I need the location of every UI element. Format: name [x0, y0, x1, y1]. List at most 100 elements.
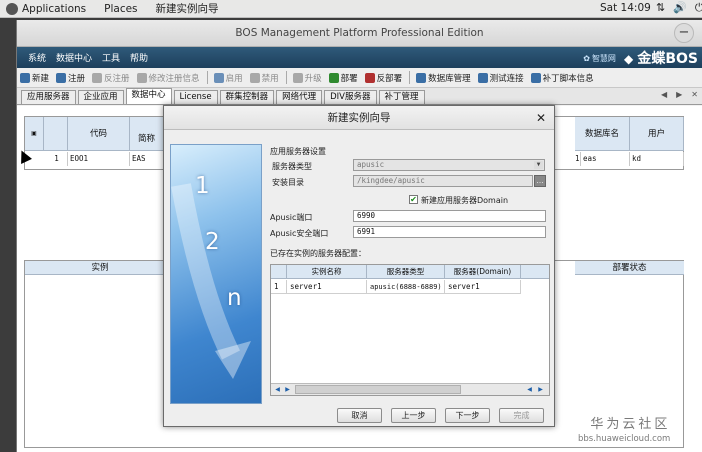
- port-field[interactable]: 6990: [353, 210, 546, 222]
- instance-name-cell[interactable]: server1: [287, 280, 367, 294]
- edit-registration-icon: [136, 72, 147, 83]
- patch-script-button[interactable]: 补丁脚本信息: [530, 72, 594, 84]
- window-title-bar[interactable]: BOS Management Platform Professional Edi…: [17, 20, 702, 47]
- toolbar: 新建 注册 反注册 修改注册信息 启用 禁用 升级 部署 反部署 数据库管理 测…: [17, 68, 702, 88]
- user-cell[interactable]: kd: [630, 152, 684, 166]
- secure-port-field[interactable]: 6991: [353, 226, 546, 238]
- deploy-icon: [328, 72, 339, 83]
- menu-bar: 系统 数据中心 工具 帮助 ✿ 智慧网 ◆ 金蝶BOS: [17, 47, 702, 68]
- db-name-cell[interactable]: eas: [581, 152, 630, 166]
- server-type-cell[interactable]: apusic(6888-6889): [367, 280, 445, 294]
- minimize-button[interactable]: −: [674, 23, 694, 43]
- applications-label: Applications: [22, 2, 87, 15]
- new-label: 新建: [32, 73, 50, 84]
- edit-registration-button[interactable]: 修改注册信息: [136, 72, 200, 84]
- instance-name-header[interactable]: 实例名称: [287, 265, 367, 279]
- database-manage-button[interactable]: 数据库管理: [416, 72, 471, 84]
- unregister-label: 反注册: [104, 73, 130, 84]
- tab-enterprise-app[interactable]: 企业应用: [77, 90, 124, 104]
- unregister-button[interactable]: 反注册: [92, 72, 130, 84]
- new-domain-checkbox[interactable]: ✔: [409, 195, 418, 204]
- wizard-form: 应用服务器设置 服务器类型 apusic ▼ 安装目录 /kingdee/apu…: [270, 144, 550, 404]
- upgrade-icon: [292, 72, 303, 83]
- tab-patch-manage[interactable]: 补丁管理: [378, 90, 425, 104]
- clock[interactable]: Sat 14:09: [600, 2, 651, 14]
- menu-system[interactable]: 系统: [28, 51, 46, 64]
- patch-script-icon: [530, 72, 541, 83]
- next-button[interactable]: 下一步: [445, 408, 490, 423]
- code-cell[interactable]: EOO1: [68, 152, 130, 166]
- tab-strip: 应用服务器 企业应用 数据中心 License 群集控制器 网络代理 DIV服务…: [17, 88, 702, 105]
- step-two-label: 2: [205, 229, 220, 255]
- menu-tools[interactable]: 工具: [102, 51, 120, 64]
- db-name-header[interactable]: 数据库名: [575, 117, 630, 151]
- watermark: 华为云社区 bbs.huaweicloud.com: [578, 413, 670, 444]
- server-type-value: apusic: [357, 160, 385, 169]
- active-window-menu[interactable]: 新建实例向导: [156, 1, 219, 16]
- new-icon: [20, 72, 30, 83]
- tab-cluster-controller[interactable]: 群集控制器: [219, 90, 275, 104]
- tab-close-icon[interactable]: ✕: [691, 90, 698, 99]
- cancel-button[interactable]: 取消: [337, 408, 382, 423]
- deploy-label: 部署: [340, 73, 358, 84]
- dialog-title-bar[interactable]: 新建实例向导 ✕: [164, 106, 554, 130]
- deploy-button[interactable]: 部署: [328, 72, 358, 84]
- previous-button[interactable]: 上一步: [391, 408, 436, 423]
- section-title: 应用服务器设置: [270, 147, 326, 156]
- scroll-right-icon[interactable]: ◀: [525, 385, 534, 394]
- domain-header[interactable]: 服务器(Domain): [445, 265, 521, 279]
- deploy-status-header[interactable]: 部署状态: [575, 261, 684, 275]
- toolbar-separator: [285, 71, 287, 84]
- scroll-left-icon[interactable]: ▶: [283, 385, 292, 394]
- scroll-last-icon[interactable]: ▶: [536, 385, 545, 394]
- existing-instances-table[interactable]: 实例名称 服务器类型 服务器(Domain) 1 server1 apusic(…: [270, 264, 550, 396]
- tab-div-server[interactable]: DIV服务器: [324, 90, 377, 104]
- server-type-header[interactable]: 服务器类型: [367, 265, 445, 279]
- browse-folder-button[interactable]: …: [534, 175, 546, 187]
- server-type-label: 服务器类型: [272, 162, 312, 171]
- instance-header[interactable]: 实例: [25, 261, 175, 275]
- short-name-header[interactable]: 简称: [130, 117, 166, 151]
- upgrade-label: 升级: [304, 73, 322, 84]
- step-n-label: n: [227, 285, 242, 311]
- close-icon[interactable]: ✕: [536, 106, 546, 130]
- menu-data-center[interactable]: 数据中心: [56, 51, 92, 64]
- register-button[interactable]: 注册: [56, 72, 85, 84]
- horizontal-scrollbar[interactable]: ◀ ▶ ◀ ▶: [271, 383, 549, 395]
- register-label: 注册: [68, 73, 86, 84]
- tab-network-proxy[interactable]: 网络代理: [276, 90, 323, 104]
- test-connection-button[interactable]: 测试连接: [477, 72, 524, 84]
- new-button[interactable]: 新建: [20, 72, 49, 84]
- kingdee-mark-icon: ◆: [623, 52, 638, 66]
- enable-button[interactable]: 启用: [213, 72, 243, 84]
- tab-data-center[interactable]: 数据中心: [125, 88, 172, 104]
- menu-help[interactable]: 帮助: [130, 51, 148, 64]
- undeploy-button[interactable]: 反部署: [364, 72, 402, 84]
- network-icon[interactable]: ⇅: [656, 1, 665, 15]
- user-header[interactable]: 用户: [630, 117, 684, 151]
- watermark-title: 华为云社区: [590, 417, 671, 432]
- applications-menu[interactable]: Applications: [6, 2, 87, 15]
- tab-prev-icon[interactable]: ◀: [661, 90, 667, 99]
- power-icon[interactable]: ⏻: [695, 1, 702, 15]
- system-top-bar: Applications Places 新建实例向导 Sat 14:09 ⇅ 🔊…: [0, 0, 702, 18]
- select-all-icon[interactable]: ▣: [25, 117, 44, 151]
- scroll-thumb[interactable]: [295, 385, 461, 394]
- places-menu[interactable]: Places: [104, 3, 137, 15]
- domain-cell[interactable]: server1: [445, 280, 521, 294]
- wizard-step-panel: 1 2 n: [170, 144, 262, 404]
- volume-icon[interactable]: 🔊: [673, 1, 687, 15]
- tab-next-icon[interactable]: ▶: [676, 90, 682, 99]
- server-type-dropdown[interactable]: apusic ▼: [353, 159, 545, 171]
- partial-cell[interactable]: 1: [573, 152, 581, 166]
- tab-app-server[interactable]: 应用服务器: [21, 90, 76, 104]
- disable-button[interactable]: 禁用: [249, 72, 279, 84]
- scroll-first-icon[interactable]: ◀: [273, 385, 282, 394]
- finish-button[interactable]: 完成: [499, 408, 544, 423]
- tab-license[interactable]: License: [173, 90, 218, 104]
- upgrade-button[interactable]: 升级: [292, 72, 322, 84]
- database-manage-label: 数据库管理: [428, 73, 471, 84]
- install-dir-field[interactable]: /kingdee/apusic: [353, 175, 533, 187]
- code-header[interactable]: 代码: [68, 117, 130, 151]
- database-icon: [416, 72, 427, 83]
